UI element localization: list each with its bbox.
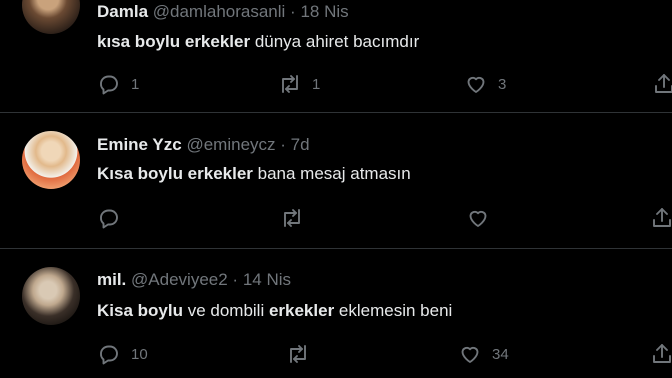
avatar[interactable] [22, 131, 80, 189]
reply-count: 10 [131, 345, 148, 363]
tweet-3[interactable]: mil. @Adeviyee2 · 14 Nis Kisa boylu ve d… [0, 249, 672, 378]
retweet-count: 1 [312, 75, 321, 93]
tweet-header: mil. @Adeviyee2 · 14 Nis [97, 270, 291, 290]
timestamp[interactable]: 18 Nis [300, 2, 348, 21]
separator: · [280, 135, 286, 154]
like-button[interactable]: 34 [458, 342, 509, 366]
share-icon [653, 208, 671, 227]
tweet-text-segment: kısa boylu erkekler [97, 32, 251, 51]
timestamp[interactable]: 7d [291, 135, 310, 154]
tweet-2[interactable]: Emine Yzc @emineycz · 7d Kısa boylu erke… [0, 113, 672, 248]
retweet-button[interactable]: 1 [278, 72, 320, 96]
like-count: 34 [492, 345, 509, 363]
reply-icon [100, 75, 118, 95]
share-button[interactable] [652, 72, 672, 96]
tweet-text-segment: Kisa boylu [97, 301, 183, 320]
author-name[interactable]: Damla [97, 2, 148, 21]
retweet-button[interactable] [286, 342, 320, 366]
reply-icon [100, 345, 118, 365]
tweet-text-segment: Kısa boylu erkekler [97, 164, 253, 183]
tweet-text-segment: erkekler [268, 301, 335, 320]
tweet-text: Kısa boylu erkekler bana mesaj atmasın [97, 163, 411, 185]
reply-button[interactable]: 10 [97, 342, 148, 366]
reply-button[interactable]: 1 [97, 72, 139, 96]
separator: · [290, 2, 296, 21]
author-name[interactable]: mil. [97, 270, 126, 289]
tweet-text: Kisa boylu ve dombili erkekler eklemesin… [97, 300, 452, 322]
avatar[interactable] [22, 0, 80, 34]
tweet-text-segment: bana mesaj atmasın [252, 164, 411, 183]
reply-button[interactable] [97, 206, 131, 230]
tweet-text-segment: dünya ahiret bacımdır [250, 32, 420, 51]
author-name[interactable]: Emine Yzc [97, 135, 182, 154]
share-icon [655, 74, 672, 93]
separator: · [232, 270, 239, 289]
heart-icon [461, 346, 479, 363]
author-handle[interactable]: @Adeviyee2 [131, 270, 228, 289]
avatar[interactable] [22, 267, 80, 325]
reply-count: 1 [131, 75, 140, 93]
retweet-button[interactable] [280, 206, 314, 230]
tweet-text: kısa boylu erkekler dünya ahiret bacımdı… [97, 31, 419, 53]
share-icon [653, 344, 671, 363]
share-button[interactable] [650, 206, 672, 230]
author-handle[interactable]: @damlahorasanli [153, 2, 286, 21]
author-handle[interactable]: @emineycz [186, 135, 275, 154]
heart-icon [469, 210, 487, 227]
retweet-icon [290, 345, 306, 363]
tweet-header: Emine Yzc @emineycz · 7d [97, 135, 310, 155]
tweet-text-segment: ve dombili [182, 301, 269, 320]
tweet-header: Damla @damlahorasanli · 18 Nis [97, 2, 349, 22]
like-button[interactable]: 3 [464, 72, 506, 96]
tweet-text-segment: eklemesin beni [334, 301, 453, 320]
like-count: 3 [498, 75, 507, 93]
like-button[interactable] [466, 206, 500, 230]
heart-icon [467, 76, 485, 93]
timestamp[interactable]: 14 Nis [243, 270, 291, 289]
tweet-1[interactable]: Damla @damlahorasanli · 18 Nis kısa boyl… [0, 0, 672, 112]
retweet-icon [282, 75, 298, 93]
retweet-icon [284, 209, 300, 227]
share-button[interactable] [650, 342, 672, 366]
reply-icon [100, 209, 118, 229]
